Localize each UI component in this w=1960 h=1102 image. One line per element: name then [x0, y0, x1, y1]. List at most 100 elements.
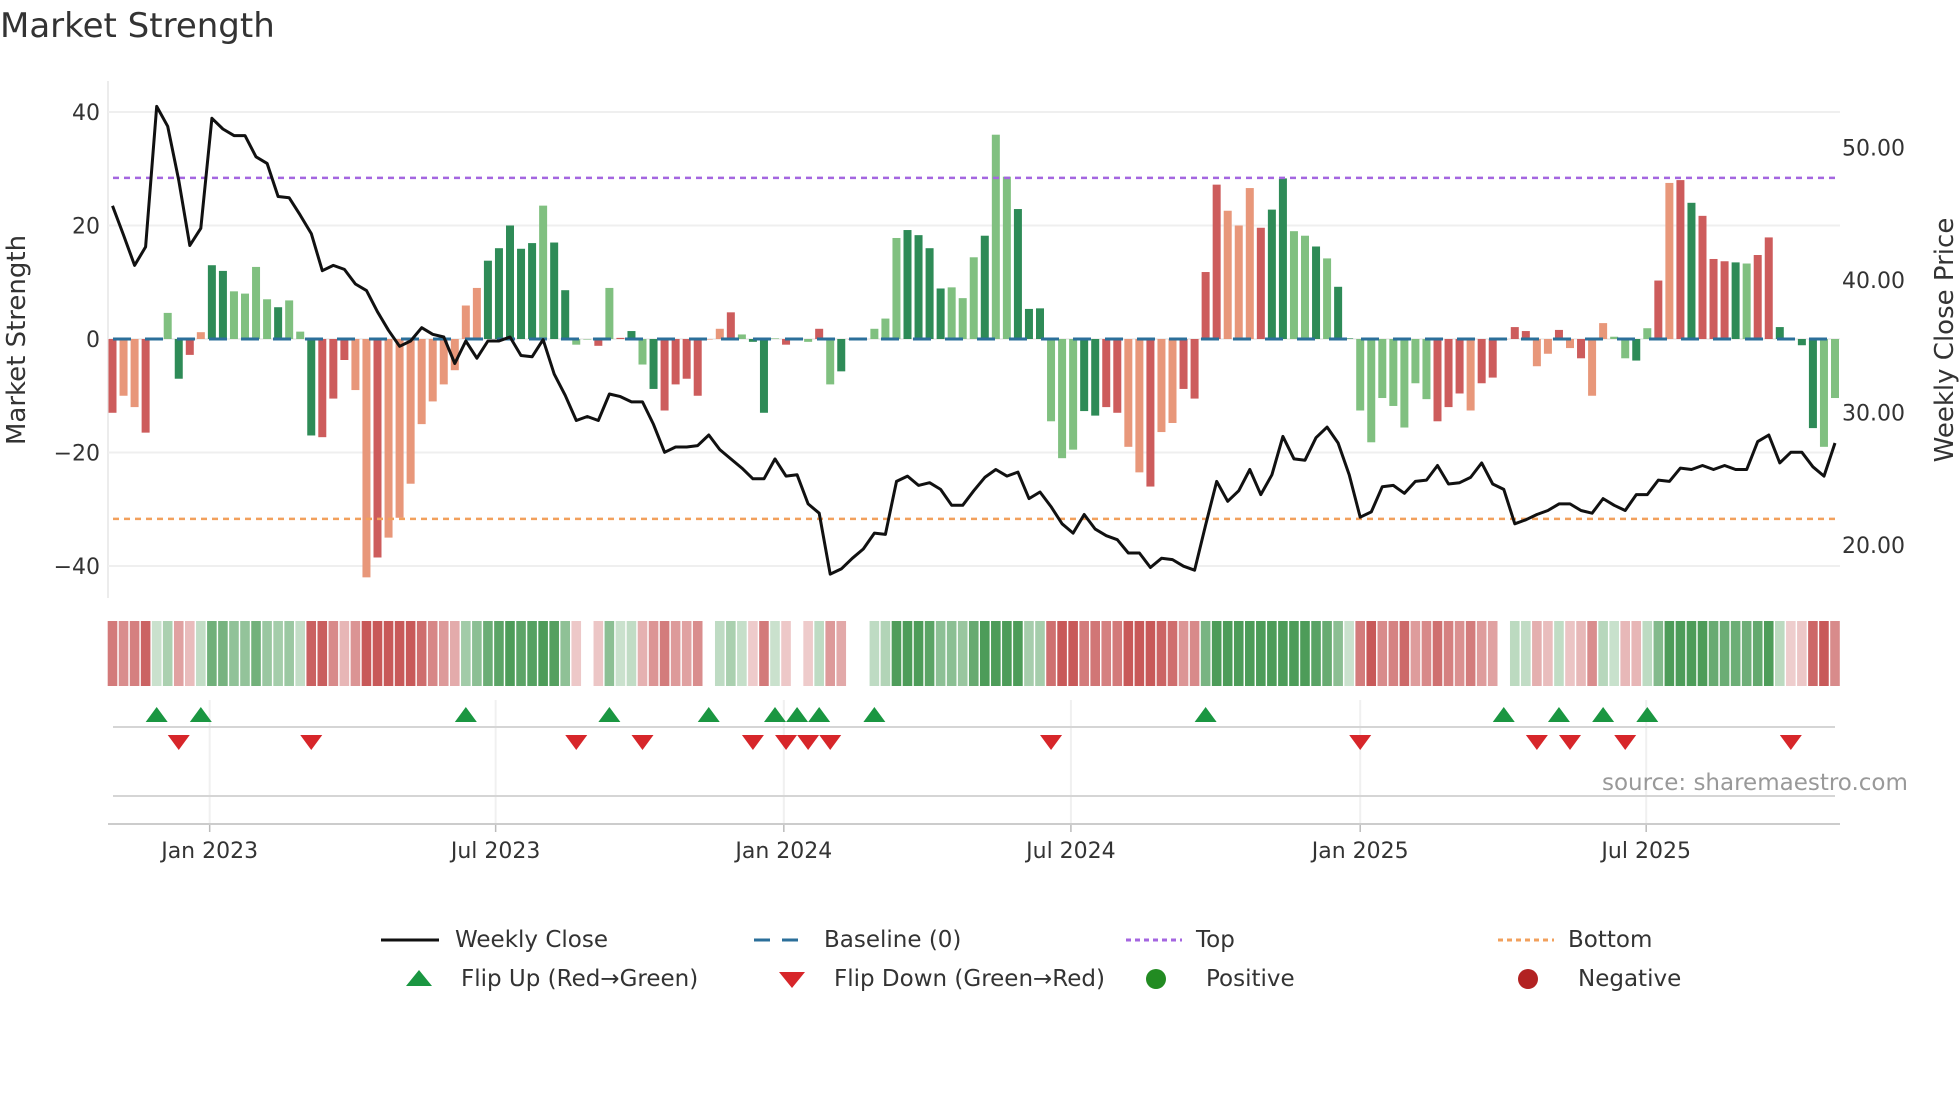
- strength-bar: [925, 248, 934, 339]
- strength-bar: [1819, 339, 1828, 447]
- flip-down-marker: [819, 735, 842, 750]
- strength-bar: [1245, 188, 1254, 339]
- strength-heat-cell: [714, 621, 725, 686]
- strength-bar: [1157, 339, 1166, 433]
- strength-bar: [671, 339, 680, 385]
- strength-bar: [263, 299, 272, 339]
- strength-heat-cell: [1289, 621, 1299, 686]
- strength-heat-cell: [957, 621, 968, 686]
- strength-heat-cell: [913, 621, 924, 686]
- strength-bar: [1422, 339, 1431, 400]
- legend-flip-up: Flip Up (Red→Green): [397, 964, 698, 994]
- strength-heat-cell: [1697, 621, 1708, 686]
- strength-heat-cell: [438, 621, 449, 686]
- strength-bar: [759, 339, 768, 413]
- strength-heat-cell: [1454, 621, 1465, 686]
- flip-up-marker: [189, 707, 212, 722]
- strength-bar: [605, 287, 614, 339]
- strength-bar: [506, 225, 514, 339]
- x-tick-label: Jan 2024: [733, 839, 832, 864]
- strength-bar: [771, 338, 779, 339]
- dashed-line-swatch-icon: [754, 938, 810, 942]
- strength-heat-cell: [1598, 621, 1608, 686]
- strength-heat-cell: [1399, 621, 1410, 686]
- flip-up-marker: [764, 707, 786, 722]
- flip-down-marker: [1559, 735, 1581, 750]
- strength-bar: [1643, 328, 1652, 339]
- strength-bar: [660, 339, 669, 411]
- strength-bar: [1201, 272, 1210, 339]
- strength-heat-cell: [1830, 621, 1840, 686]
- strength-heat-cell: [659, 621, 670, 686]
- strength-heat-cell: [251, 621, 261, 686]
- strength-bar: [130, 339, 139, 408]
- x-tick-label: Jan 2025: [1310, 839, 1409, 864]
- y2-axis-label: Weekly Close Price: [1930, 218, 1960, 463]
- strength-bar: [1069, 339, 1078, 450]
- strength-bar: [1577, 339, 1586, 359]
- strength-heat-cell: [814, 621, 824, 686]
- strength-bar: [1709, 258, 1718, 339]
- strength-bar: [638, 339, 647, 365]
- strength-heat-cell: [593, 621, 604, 686]
- x-tick-label: Jul 2024: [1024, 839, 1116, 864]
- flip-down-marker: [1349, 735, 1372, 750]
- y-tick-label: 20: [72, 215, 100, 240]
- x-tick-label: Jul 2025: [1599, 839, 1691, 864]
- strength-bar: [1146, 339, 1155, 487]
- strength-bar: [1477, 339, 1486, 384]
- strength-heat-cell: [1752, 621, 1763, 686]
- strength-heat-cell: [1565, 621, 1575, 686]
- strength-bar: [307, 339, 316, 436]
- strength-bar: [329, 339, 338, 399]
- flip-up-marker: [454, 707, 477, 722]
- strength-heat-cell: [184, 621, 195, 686]
- strength-heat-cell: [350, 621, 361, 686]
- y-tick-label: 0: [86, 328, 100, 353]
- strength-heat-cell: [1057, 621, 1067, 686]
- strength-bar: [1223, 210, 1232, 339]
- strength-bar: [1256, 227, 1265, 339]
- legend-top: Top: [1126, 925, 1235, 955]
- strength-bar: [296, 331, 305, 339]
- strength-bar: [1698, 215, 1707, 339]
- flip-down-marker: [167, 735, 190, 750]
- strength-heat-cell: [1377, 621, 1388, 686]
- strength-heat-cell: [604, 621, 615, 686]
- strength-heat-cell: [1576, 621, 1586, 686]
- flip-up-marker: [1492, 707, 1515, 722]
- strength-bar: [207, 265, 216, 339]
- strength-heat-cell: [891, 621, 902, 686]
- strength-heat-cell: [1587, 621, 1597, 686]
- strength-heat-cell: [1421, 621, 1432, 686]
- strength-bar: [1367, 339, 1376, 443]
- strength-heat-cell: [1167, 621, 1178, 686]
- strength-bar: [285, 300, 294, 339]
- strength-heat-cell: [681, 621, 692, 686]
- strength-heat-cell: [472, 621, 482, 686]
- strength-heat-cell: [781, 621, 791, 686]
- strength-heat-cell: [240, 621, 250, 686]
- legend-label: Positive: [1206, 966, 1295, 992]
- source-credit: source: sharemaestro.com: [1602, 770, 1908, 796]
- strength-heat-cell: [1366, 621, 1377, 686]
- strength-bar: [1742, 263, 1751, 339]
- y2-tick-label: 20.00: [1842, 534, 1905, 559]
- strength-bar: [252, 266, 261, 339]
- strength-heat-cell: [1443, 621, 1454, 686]
- strength-heat-cell: [1509, 621, 1520, 686]
- strength-heat-cell: [549, 621, 559, 686]
- strength-bar: [218, 270, 227, 339]
- strength-heat-cell: [1719, 621, 1730, 686]
- strength-heat-cell: [1487, 621, 1498, 686]
- strength-heat-cell: [869, 621, 880, 686]
- strength-bar: [649, 339, 658, 389]
- flip-down-marker: [797, 735, 820, 750]
- strength-bar: [1036, 308, 1044, 339]
- strength-bar: [362, 339, 371, 578]
- strength-heat-cell: [692, 621, 703, 686]
- strength-bar: [616, 337, 625, 339]
- strength-bar: [1356, 339, 1365, 411]
- strength-heat-cell: [1322, 621, 1332, 686]
- strength-bar: [914, 235, 923, 339]
